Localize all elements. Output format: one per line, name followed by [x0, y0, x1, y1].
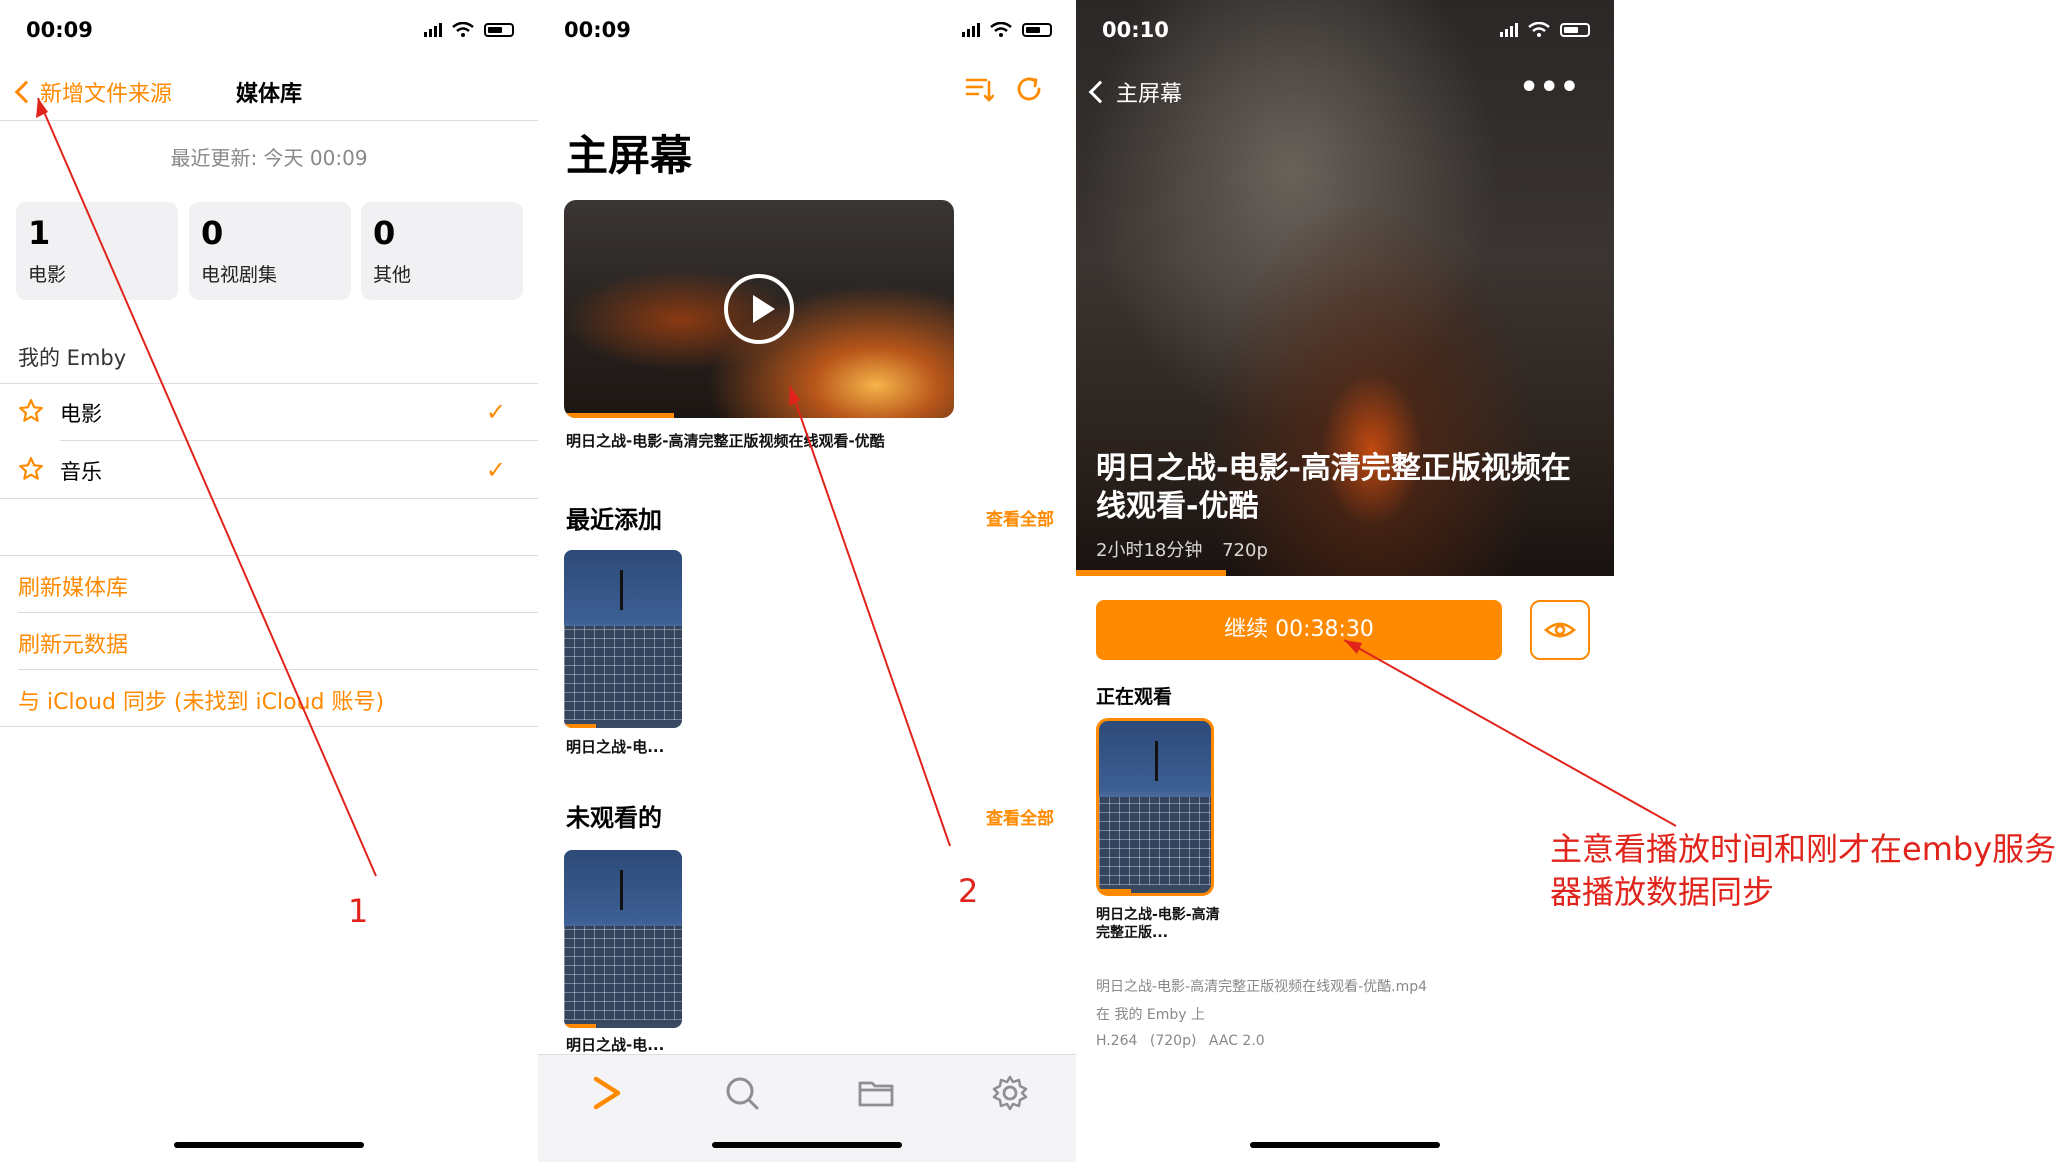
- annotation-label-1: 1: [348, 892, 369, 930]
- arrow-head-icon: [1344, 640, 1362, 654]
- annotation-arrow-3: [1343, 639, 1677, 827]
- annotation-arrow-2: [789, 385, 951, 847]
- annotation-note: 主意看播放时间和刚才在emby服务器播放数据同步: [1550, 830, 2057, 911]
- annotation-label-2: 2: [958, 872, 979, 910]
- annotation-arrow-1: [37, 97, 377, 877]
- arrow-head-icon: [789, 386, 800, 406]
- annotation-arrows: [36, 97, 1677, 877]
